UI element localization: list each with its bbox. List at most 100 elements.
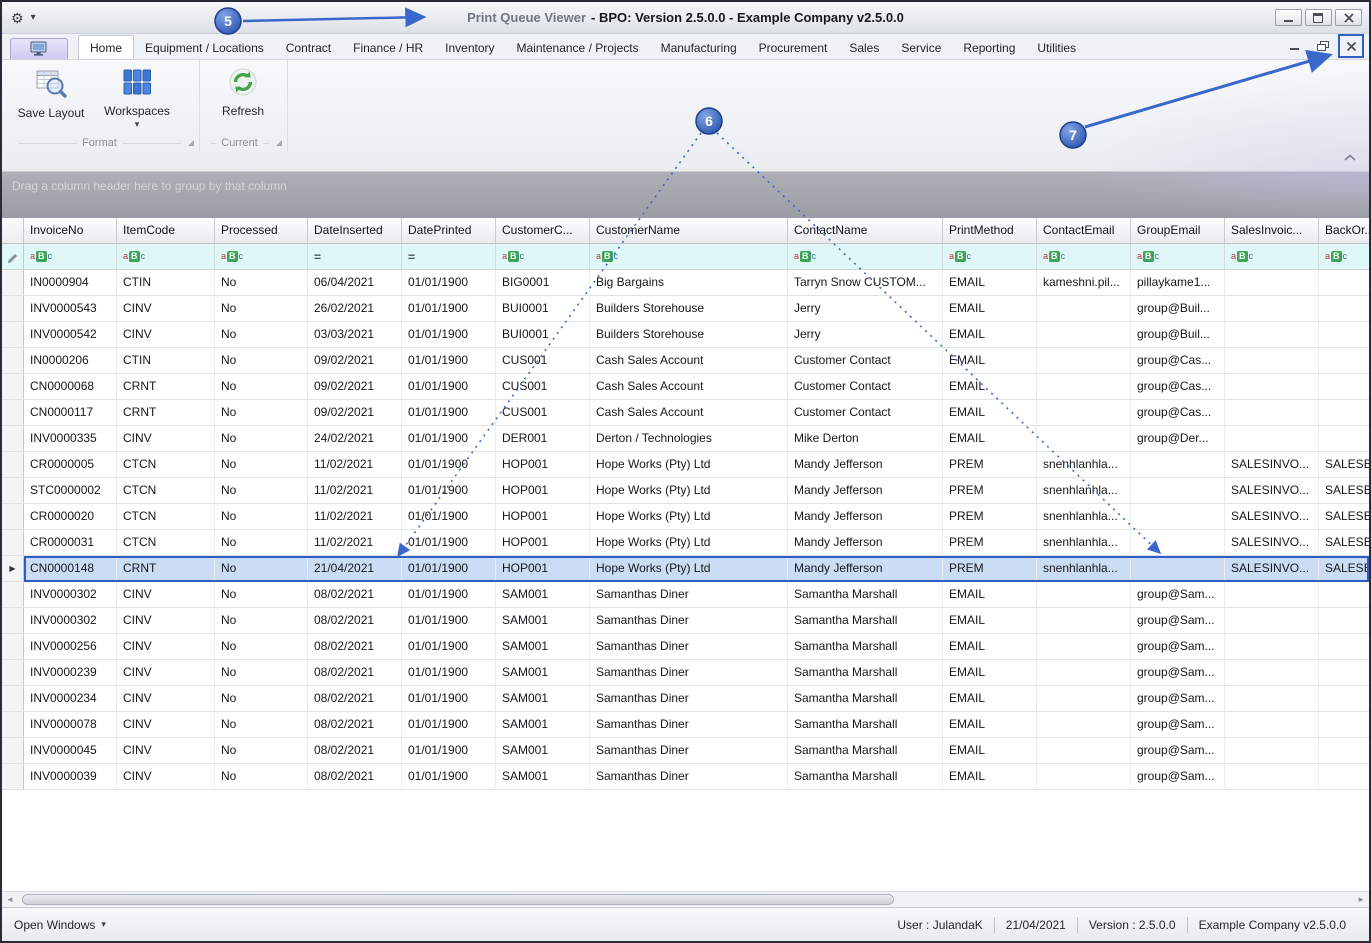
column-header-contactEmail[interactable]: ContactEmail [1037,218,1131,243]
cell-dateInserted[interactable]: 08/02/2021 [308,738,402,764]
cell-contactEmail[interactable] [1037,738,1131,764]
grid-row-STC0000002[interactable]: STC0000002 CTCN No 11/02/2021 01/01/1900 HOP0… [2,478,1369,504]
tab-maintenance-projects[interactable]: Maintenance / Projects [506,36,650,59]
cell-printMethod[interactable]: PREM [943,530,1037,556]
cell-customerName[interactable]: Samanthas Diner [590,660,788,686]
cell-printMethod[interactable]: EMAIL [943,660,1037,686]
cell-salesInvoice[interactable] [1225,374,1319,400]
cell-backOrder[interactable]: SALESB... [1319,478,1369,504]
cell-customerCode[interactable]: HOP001 [496,478,590,504]
column-header-contactName[interactable]: ContactName [788,218,943,243]
cell-contactName[interactable]: Samantha Marshall [788,738,943,764]
cell-contactEmail[interactable]: kameshni.pil... [1037,270,1131,296]
cell-customerName[interactable]: Hope Works (Pty) Ltd [590,530,788,556]
cell-invoiceNo[interactable]: CN0000148 [24,556,117,582]
workspaces-button[interactable]: Workspaces ▾ [94,60,180,134]
cell-invoiceNo[interactable]: INV0000256 [24,634,117,660]
cell-groupEmail[interactable]: group@Buil... [1131,322,1225,348]
cell-itemCode[interactable]: CINV [117,660,215,686]
collapse-ribbon-button[interactable] [1343,149,1357,167]
cell-printMethod[interactable]: EMAIL [943,608,1037,634]
cell-invoiceNo[interactable]: INV0000239 [24,660,117,686]
cell-dateInserted[interactable]: 08/02/2021 [308,660,402,686]
cell-dateInserted[interactable]: 11/02/2021 [308,504,402,530]
tab-sales[interactable]: Sales [838,36,890,59]
grid-row-CR0000031[interactable]: CR0000031 CTCN No 11/02/2021 01/01/1900 HOP00… [2,530,1369,556]
cell-contactName[interactable]: Samantha Marshall [788,608,943,634]
scroll-left-icon[interactable]: ◄ [6,895,14,904]
tab-procurement[interactable]: Procurement [748,36,839,59]
cell-datePrinted[interactable]: 01/01/1900 [402,556,496,582]
cell-backOrder[interactable] [1319,374,1369,400]
cell-processed[interactable]: No [215,504,308,530]
cell-invoiceNo[interactable]: INV0000302 [24,608,117,634]
column-header-customerName[interactable]: CustomerName [590,218,788,243]
cell-dateInserted[interactable]: 09/02/2021 [308,348,402,374]
cell-processed[interactable]: No [215,634,308,660]
cell-printMethod[interactable]: EMAIL [943,764,1037,790]
column-header-datePrinted[interactable]: DatePrinted [402,218,496,243]
cell-processed[interactable]: No [215,452,308,478]
cell-groupEmail[interactable]: group@Sam... [1131,660,1225,686]
cell-salesInvoice[interactable] [1225,348,1319,374]
filter-cell-customerCode[interactable]: aBc [496,244,590,269]
cell-salesInvoice[interactable] [1225,660,1319,686]
cell-salesInvoice[interactable]: SALESINVO... [1225,530,1319,556]
cell-datePrinted[interactable]: 01/01/1900 [402,322,496,348]
cell-datePrinted[interactable]: 01/01/1900 [402,712,496,738]
cell-customerName[interactable]: Samanthas Diner [590,686,788,712]
cell-salesInvoice[interactable] [1225,686,1319,712]
scrollbar-thumb[interactable] [22,894,894,905]
filter-cell-customerName[interactable]: aBc [590,244,788,269]
grid-row-CR0000005[interactable]: CR0000005 CTCN No 11/02/2021 01/01/1900 HOP00… [2,452,1369,478]
column-header-processed[interactable]: Processed [215,218,308,243]
application-button[interactable] [10,38,68,59]
grid-row-INV0000078[interactable]: INV0000078 CINV No 08/02/2021 01/01/1900 SAM0… [2,712,1369,738]
cell-contactEmail[interactable] [1037,582,1131,608]
cell-salesInvoice[interactable]: SALESINVO... [1225,504,1319,530]
cell-backOrder[interactable] [1319,426,1369,452]
cell-backOrder[interactable] [1319,738,1369,764]
cell-salesInvoice[interactable] [1225,296,1319,322]
cell-itemCode[interactable]: CTCN [117,504,215,530]
cell-customerCode[interactable]: BIG0001 [496,270,590,296]
grid-row-CR0000020[interactable]: CR0000020 CTCN No 11/02/2021 01/01/1900 HOP00… [2,504,1369,530]
cell-contactEmail[interactable] [1037,348,1131,374]
cell-processed[interactable]: No [215,400,308,426]
cell-contactEmail[interactable] [1037,426,1131,452]
cell-salesInvoice[interactable] [1225,608,1319,634]
cell-groupEmail[interactable]: group@Cas... [1131,374,1225,400]
window-close-button[interactable] [1335,9,1362,26]
cell-printMethod[interactable]: EMAIL [943,634,1037,660]
cell-invoiceNo[interactable]: CR0000020 [24,504,117,530]
cell-dateInserted[interactable]: 11/02/2021 [308,478,402,504]
cell-invoiceNo[interactable]: CN0000068 [24,374,117,400]
cell-datePrinted[interactable]: 01/01/1900 [402,296,496,322]
cell-itemCode[interactable]: CINV [117,764,215,790]
cell-backOrder[interactable] [1319,322,1369,348]
cell-salesInvoice[interactable] [1225,322,1319,348]
tab-utilities[interactable]: Utilities [1026,36,1087,59]
open-windows-button[interactable]: Open Windows ▾ [14,918,106,932]
cell-datePrinted[interactable]: 01/01/1900 [402,764,496,790]
cell-itemCode[interactable]: CRNT [117,374,215,400]
group-dialog-launcher-icon[interactable] [276,140,282,146]
cell-printMethod[interactable]: EMAIL [943,686,1037,712]
cell-salesInvoice[interactable] [1225,712,1319,738]
cell-printMethod[interactable]: EMAIL [943,348,1037,374]
column-header-customerCode[interactable]: CustomerC... [496,218,590,243]
cell-dateInserted[interactable]: 08/02/2021 [308,634,402,660]
cell-salesInvoice[interactable] [1225,426,1319,452]
cell-groupEmail[interactable] [1131,530,1225,556]
cell-contactName[interactable]: Customer Contact [788,348,943,374]
cell-processed[interactable]: No [215,374,308,400]
grid-row-CN0000148[interactable]: ▶ CN0000148 CRNT No 21/04/2021 01/01/1900 HOP0… [2,556,1369,582]
cell-itemCode[interactable]: CTCN [117,478,215,504]
cell-customerCode[interactable]: HOP001 [496,452,590,478]
cell-itemCode[interactable]: CTIN [117,270,215,296]
cell-invoiceNo[interactable]: INV0000302 [24,582,117,608]
cell-customerCode[interactable]: DER001 [496,426,590,452]
cell-salesInvoice[interactable] [1225,634,1319,660]
cell-groupEmail[interactable]: group@Sam... [1131,608,1225,634]
cell-processed[interactable]: No [215,712,308,738]
